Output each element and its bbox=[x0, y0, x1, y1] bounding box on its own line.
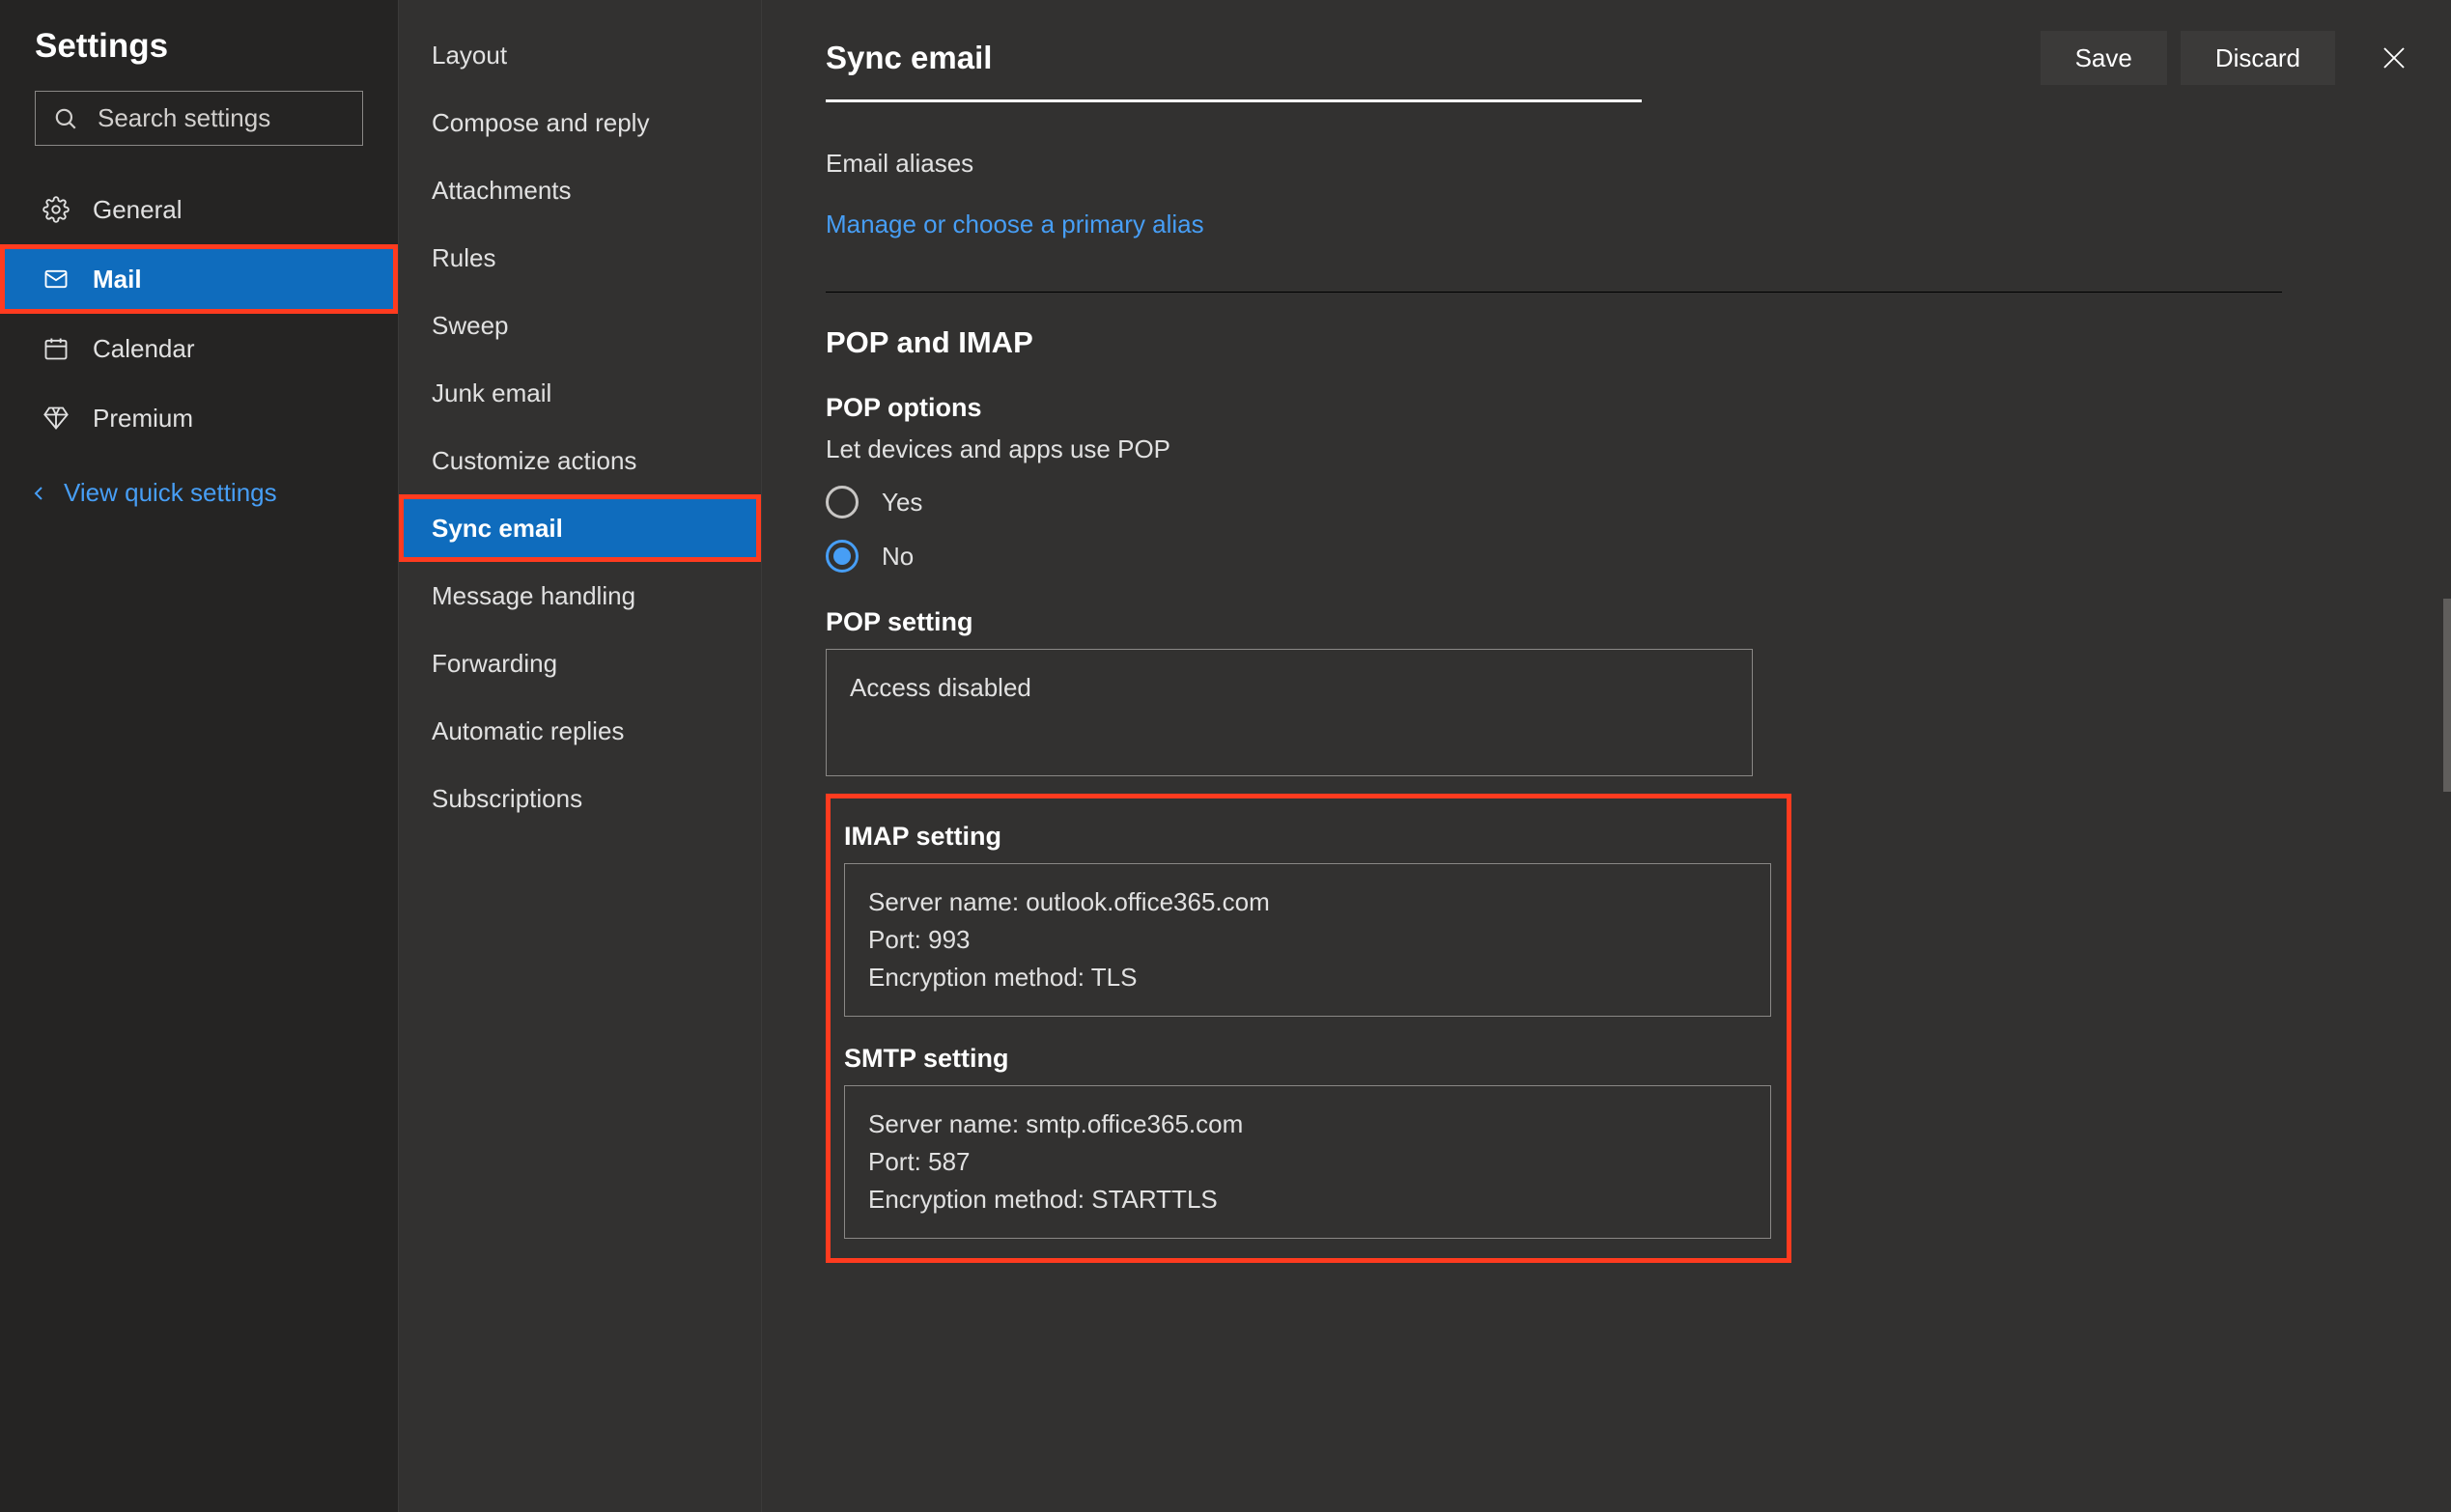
radio-icon bbox=[826, 540, 859, 573]
pop-radio-yes[interactable]: Yes bbox=[826, 486, 2282, 518]
calendar-icon bbox=[42, 335, 70, 362]
submenu-item-junk-email[interactable]: Junk email bbox=[399, 359, 761, 427]
submenu-item-sync-email[interactable]: Sync email bbox=[399, 494, 761, 562]
close-icon bbox=[2380, 43, 2409, 72]
view-quick-settings-link[interactable]: View quick settings bbox=[0, 453, 398, 508]
email-aliases-label: Email aliases bbox=[826, 149, 2282, 179]
sidebar-item-premium[interactable]: Premium bbox=[0, 383, 398, 453]
save-button[interactable]: Save bbox=[2041, 31, 2167, 85]
radio-icon bbox=[826, 486, 859, 518]
settings-sidebar: Settings General Mail Calendar Premium View… bbox=[0, 0, 399, 1512]
smtp-setting-title: SMTP setting bbox=[844, 1044, 1767, 1074]
imap-setting-box: Server name: outlook.office365.com Port:… bbox=[844, 863, 1771, 1017]
pop-options-title: POP options bbox=[826, 393, 2282, 423]
search-settings[interactable] bbox=[35, 91, 363, 146]
search-icon bbox=[53, 106, 78, 131]
submenu-item-layout[interactable]: Layout bbox=[399, 21, 761, 89]
pop-setting-title: POP setting bbox=[826, 607, 2282, 637]
section-divider bbox=[826, 292, 2282, 293]
submenu-item-sweep[interactable]: Sweep bbox=[399, 292, 761, 359]
mail-submenu: LayoutCompose and replyAttachmentsRulesS… bbox=[399, 0, 762, 1512]
sidebar-item-label: Mail bbox=[93, 265, 142, 294]
submenu-item-attachments[interactable]: Attachments bbox=[399, 156, 761, 224]
sidebar-item-label: Calendar bbox=[93, 334, 195, 364]
smtp-setting-box: Server name: smtp.office365.com Port: 58… bbox=[844, 1085, 1771, 1239]
scrollbar-thumb[interactable] bbox=[2443, 599, 2451, 792]
discard-button[interactable]: Discard bbox=[2181, 31, 2335, 85]
page-title: Sync email bbox=[826, 40, 2041, 76]
close-button[interactable] bbox=[2380, 43, 2409, 72]
sidebar-item-mail[interactable]: Mail bbox=[0, 244, 398, 314]
radio-label-yes: Yes bbox=[882, 488, 922, 518]
submenu-item-compose-and-reply[interactable]: Compose and reply bbox=[399, 89, 761, 156]
submenu-item-subscriptions[interactable]: Subscriptions bbox=[399, 765, 761, 832]
submenu-item-automatic-replies[interactable]: Automatic replies bbox=[399, 697, 761, 765]
manage-alias-link[interactable]: Manage or choose a primary alias bbox=[826, 210, 1204, 239]
imap-setting-title: IMAP setting bbox=[844, 822, 1767, 852]
mail-icon bbox=[42, 266, 70, 293]
pop-radio-no[interactable]: No bbox=[826, 540, 2282, 573]
diamond-icon bbox=[42, 405, 70, 432]
sidebar-title: Settings bbox=[0, 21, 398, 91]
submenu-item-message-handling[interactable]: Message handling bbox=[399, 562, 761, 630]
pop-setting-box: Access disabled bbox=[826, 649, 1753, 776]
submenu-item-rules[interactable]: Rules bbox=[399, 224, 761, 292]
submenu-item-customize-actions[interactable]: Customize actions bbox=[399, 427, 761, 494]
search-input[interactable] bbox=[98, 103, 421, 133]
imap-smtp-highlight: IMAP setting Server name: outlook.office… bbox=[826, 794, 1791, 1263]
scrollbar-track bbox=[2443, 114, 2451, 1512]
gear-icon bbox=[42, 196, 70, 223]
radio-label-no: No bbox=[882, 542, 914, 572]
pop-imap-title: POP and IMAP bbox=[826, 325, 2282, 360]
quick-settings-label: View quick settings bbox=[64, 478, 277, 508]
sidebar-item-label: General bbox=[93, 195, 183, 225]
settings-main: Sync email Save Discard Email aliases Ma… bbox=[762, 0, 2451, 1512]
submenu-item-forwarding[interactable]: Forwarding bbox=[399, 630, 761, 697]
sidebar-item-general[interactable]: General bbox=[0, 175, 398, 244]
sidebar-item-calendar[interactable]: Calendar bbox=[0, 314, 398, 383]
pop-options-label: Let devices and apps use POP bbox=[826, 434, 2282, 464]
sidebar-item-label: Premium bbox=[93, 404, 193, 434]
chevron-left-icon bbox=[27, 482, 50, 505]
